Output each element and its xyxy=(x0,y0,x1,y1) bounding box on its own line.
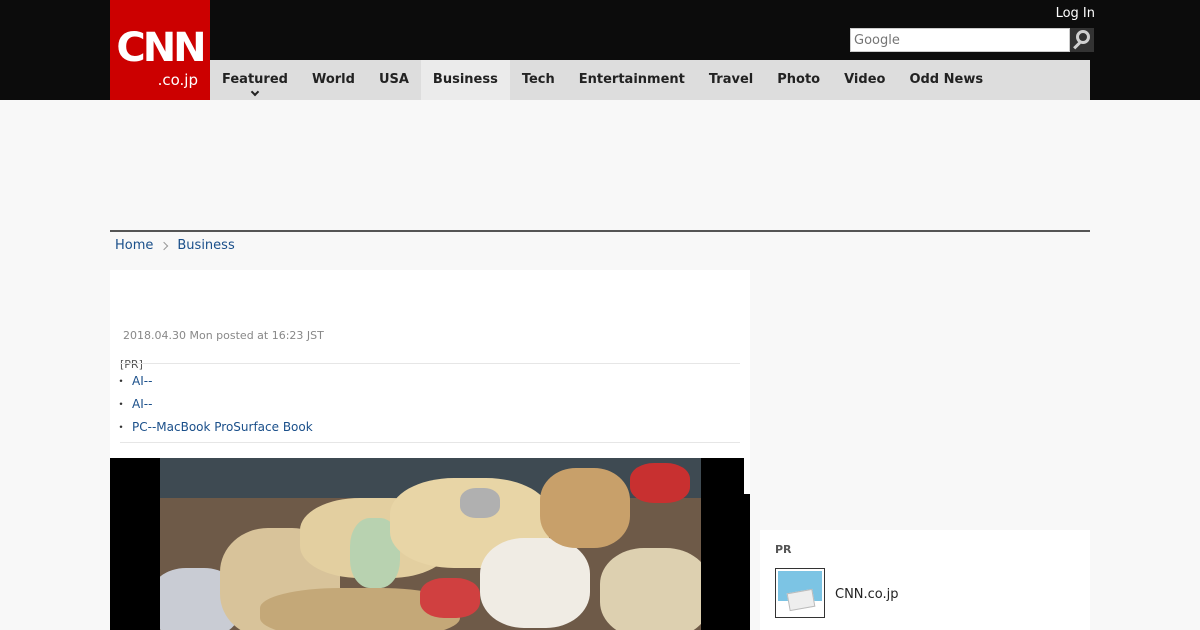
nav-item-featured[interactable]: Featured xyxy=(210,60,300,100)
trash-pile-image xyxy=(160,458,701,630)
sidebar-pr-box: PR CNN.co.jp xyxy=(760,530,1090,630)
nav-item-odd-news[interactable]: Odd News xyxy=(897,60,995,100)
logo-text: CNN xyxy=(116,25,206,71)
main-nav: Featured World USA Business Tech Enterta… xyxy=(210,60,1090,100)
article-photo xyxy=(110,458,750,630)
section-divider xyxy=(110,230,1090,232)
nav-item-photo[interactable]: Photo xyxy=(765,60,832,100)
nav-item-video[interactable]: Video xyxy=(832,60,897,100)
pr-link[interactable]: AI-- xyxy=(115,373,740,396)
nav-item-tech[interactable]: Tech xyxy=(510,60,567,100)
nav-item-label: Travel xyxy=(708,72,754,87)
nav-item-label: Photo xyxy=(777,72,821,87)
chevron-down-icon xyxy=(250,87,260,97)
breadcrumb-business[interactable]: Business xyxy=(177,238,234,253)
nav-item-label: Video xyxy=(844,72,886,87)
nav-item-label: USA xyxy=(378,72,409,87)
nav-item-label: Entertainment xyxy=(578,72,685,87)
breadcrumb-home[interactable]: Home xyxy=(115,238,153,253)
chevron-right-icon xyxy=(160,241,169,250)
nav-item-label: Tech xyxy=(521,72,555,87)
nav-item-travel[interactable]: Travel xyxy=(697,60,765,100)
photo-credit-badge xyxy=(744,458,750,494)
nav-item-entertainment[interactable]: Entertainment xyxy=(567,60,697,100)
pr-divider-top xyxy=(120,363,740,364)
breadcrumb: Home Business xyxy=(115,238,235,253)
cnn-logo[interactable]: CNN .co.jp xyxy=(110,0,210,100)
logo-suffix: .co.jp xyxy=(157,71,198,89)
search-box xyxy=(850,28,1070,52)
nav-item-label: World xyxy=(311,72,355,87)
nav-item-label: Featured xyxy=(222,72,288,87)
search-button[interactable] xyxy=(1070,28,1094,52)
sidebar-pr-thumbnail[interactable] xyxy=(775,568,825,618)
nav-item-label: Odd News xyxy=(909,72,984,87)
pr-label: [PR] xyxy=(120,358,143,371)
nav-item-business[interactable]: Business xyxy=(420,60,510,100)
post-date: 2018.04.30 Mon posted at 16:23 JST xyxy=(123,329,324,342)
nav-item-world[interactable]: World xyxy=(300,60,367,100)
envelope-icon xyxy=(786,588,816,612)
sidebar-pr-label: PR xyxy=(775,543,792,556)
pr-divider-bottom xyxy=(120,442,740,443)
pr-link-list: AI-- AI-- PC--MacBook ProSurface Book xyxy=(115,373,740,442)
nav-item-usa[interactable]: USA xyxy=(367,60,421,100)
search-input[interactable] xyxy=(851,29,1069,52)
sidebar-pr-title[interactable]: CNN.co.jp xyxy=(835,587,899,602)
nav-item-label: Business xyxy=(432,72,498,87)
pr-link[interactable]: AI-- xyxy=(115,396,740,419)
login-link[interactable]: Log In xyxy=(1056,6,1095,21)
pr-link[interactable]: PC--MacBook ProSurface Book xyxy=(115,419,740,442)
